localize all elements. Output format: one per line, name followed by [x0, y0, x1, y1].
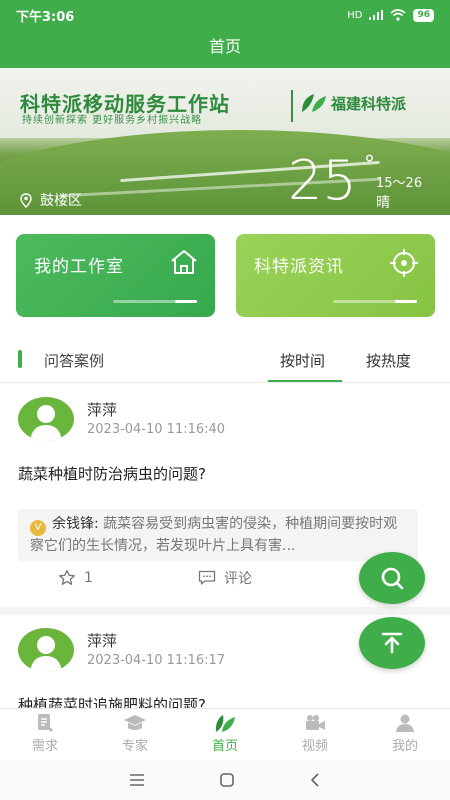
like-count: 1: [84, 570, 93, 586]
brand-logo: 福建科特派: [300, 92, 406, 114]
post-actions: 1 评论: [58, 569, 252, 587]
battery-icon: 96: [413, 8, 434, 22]
district-name: 鼓楼区: [40, 193, 82, 209]
target-icon: [389, 248, 419, 282]
tab-home-label: 首页: [211, 739, 238, 754]
post-time: 2023-04-10 11:16:40: [87, 422, 226, 437]
tab-by-time[interactable]: 按时间: [280, 350, 325, 371]
banner[interactable]: 科特派移动服务工作站 持续创新探索 更好服务乡村振兴战略 福建科特派 鼓楼区 2…: [0, 68, 450, 215]
bottom-tab-bar: 需求 专家 首页 视频 我的: [0, 708, 450, 760]
banner-divider: [291, 90, 293, 122]
location-pin-icon: [20, 192, 32, 208]
status-time: 下午3:06: [16, 9, 75, 25]
tab-profile[interactable]: 我的: [360, 709, 450, 760]
back-icon[interactable]: [309, 772, 321, 788]
comment-label: 评论: [224, 571, 252, 587]
person-icon: [396, 714, 414, 732]
tab-experts[interactable]: 专家: [90, 709, 180, 760]
expert-name: 余钱锋:: [52, 516, 99, 532]
temperature-range: 15～26: [376, 176, 423, 191]
news-card[interactable]: 科特派资讯: [236, 234, 435, 317]
document-icon: [38, 714, 53, 732]
comment-icon: [198, 570, 216, 585]
temperature: 25: [288, 149, 357, 212]
verified-badge-icon: V: [30, 520, 46, 536]
question-text[interactable]: 种植蔬菜时追施肥料的问题?: [18, 694, 206, 708]
signal-bars-icon: [369, 10, 384, 20]
tab-video-label: 视频: [301, 739, 328, 754]
username: 萍萍: [87, 632, 118, 650]
star-icon: [59, 569, 75, 585]
video-camera-icon: [306, 715, 325, 730]
arrow-up-icon: [381, 632, 403, 654]
page-title: 首页: [0, 30, 450, 68]
my-studio-card[interactable]: 我的工作室: [16, 234, 215, 317]
comment-button[interactable]: 评论: [198, 568, 252, 588]
menu-icon[interactable]: [129, 773, 145, 787]
question-text[interactable]: 蔬菜种植时防治病虫的问题?: [18, 463, 206, 484]
graduation-cap-icon: [124, 715, 146, 730]
brand-name: 福建科特派: [331, 94, 407, 113]
signal-icon: HD: [347, 9, 363, 21]
leaf-icon: [215, 715, 235, 732]
tab-profile-label: 我的: [391, 739, 418, 754]
search-button[interactable]: [359, 552, 425, 604]
answer-box[interactable]: V 余钱锋: 蔬菜容易受到病虫害的侵染，种植期间要按时观察它们的生长情况，若发现叶…: [18, 509, 418, 561]
tab-video[interactable]: 视频: [270, 709, 360, 760]
status-icons: HD 96: [347, 8, 434, 22]
qa-section-header: 问答案例 按时间 按热度: [0, 340, 450, 383]
tab-by-popularity[interactable]: 按热度: [366, 350, 411, 371]
post-divider: [0, 607, 450, 615]
card-indicator: [333, 300, 417, 303]
like-button[interactable]: 1: [58, 569, 93, 587]
avatar[interactable]: [18, 628, 74, 672]
leaf-logo-icon: [302, 94, 326, 112]
post-time: 2023-04-10 11:16:17: [87, 653, 226, 668]
section-marker: [18, 350, 22, 368]
avatar[interactable]: [18, 397, 74, 441]
home-icon: [169, 248, 199, 280]
tab-demand[interactable]: 需求: [0, 709, 90, 760]
tab-home[interactable]: 首页: [180, 709, 270, 760]
username: 萍萍: [87, 401, 118, 419]
system-nav-bar: [0, 760, 450, 800]
banner-subtitle: 持续创新探索 更好服务乡村振兴战略: [22, 115, 203, 126]
card-indicator: [113, 300, 197, 303]
search-icon: [381, 567, 404, 590]
section-title: 问答案例: [44, 352, 105, 370]
my-studio-label: 我的工作室: [34, 257, 124, 277]
wifi-icon: [390, 9, 406, 21]
tab-experts-label: 专家: [121, 739, 148, 754]
news-label: 科特派资讯: [254, 257, 344, 277]
degree-symbol: °: [364, 152, 375, 177]
home-square-icon[interactable]: [219, 772, 235, 788]
location[interactable]: 鼓楼区: [20, 190, 82, 210]
tab-demand-label: 需求: [31, 739, 58, 754]
status-bar: 下午3:06 HD 96: [0, 0, 450, 30]
back-to-top-button[interactable]: [359, 617, 425, 669]
weather-condition: 晴: [376, 195, 390, 211]
